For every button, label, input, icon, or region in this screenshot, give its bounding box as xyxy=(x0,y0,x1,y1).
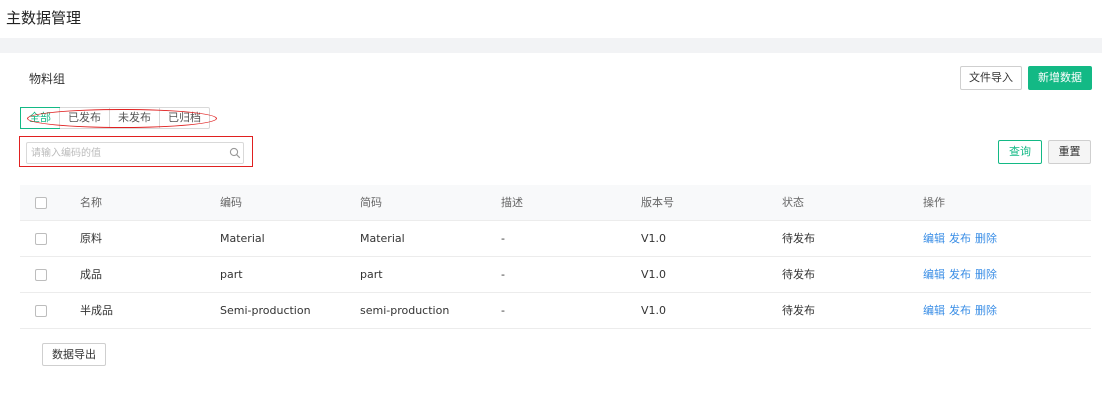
table-row: 成品 part part - V1.0 待发布 编辑 发布 删除 xyxy=(20,257,1091,293)
table-row: 半成品 Semi-production semi-production - V1… xyxy=(20,293,1091,329)
row-checkbox[interactable] xyxy=(35,269,47,281)
reset-button[interactable]: 重置 xyxy=(1048,140,1091,164)
cell-status: 待发布 xyxy=(782,232,815,245)
cell-version: V1.0 xyxy=(641,268,667,281)
cell-version: V1.0 xyxy=(641,232,667,245)
cell-code: part xyxy=(220,268,243,281)
delete-link[interactable]: 删除 xyxy=(975,268,997,281)
publish-link[interactable]: 发布 xyxy=(949,232,971,245)
add-data-button[interactable]: 新增数据 xyxy=(1028,66,1092,90)
cell-actions: 编辑 发布 删除 xyxy=(923,293,1001,329)
status-tabs: 全部 已发布 未发布 已归档 xyxy=(20,107,210,129)
publish-link[interactable]: 发布 xyxy=(949,304,971,317)
cell-actions: 编辑 发布 删除 xyxy=(923,221,1001,257)
query-button[interactable]: 查询 xyxy=(998,140,1042,164)
content-divider xyxy=(0,38,1102,53)
cell-status: 待发布 xyxy=(782,304,815,317)
cell-description: - xyxy=(501,304,505,317)
column-header-status: 状态 xyxy=(782,196,804,209)
column-header-version: 版本号 xyxy=(641,196,674,209)
top-header: 主数据管理 xyxy=(0,0,1102,38)
cell-name: 成品 xyxy=(80,268,102,281)
edit-link[interactable]: 编辑 xyxy=(923,304,945,317)
cell-status: 待发布 xyxy=(782,268,815,281)
cell-code: Semi-production xyxy=(220,304,311,317)
data-export-button[interactable]: 数据导出 xyxy=(42,343,106,366)
column-header-name: 名称 xyxy=(80,196,102,209)
cell-version: V1.0 xyxy=(641,304,667,317)
cell-description: - xyxy=(501,268,505,281)
column-header-short-code: 简码 xyxy=(360,196,382,209)
search-icon[interactable] xyxy=(229,147,241,159)
cell-short-code: part xyxy=(360,268,383,281)
row-checkbox[interactable] xyxy=(35,233,47,245)
delete-link[interactable]: 删除 xyxy=(975,304,997,317)
cell-description: - xyxy=(501,232,505,245)
tab-archived[interactable]: 已归档 xyxy=(159,108,209,128)
edit-link[interactable]: 编辑 xyxy=(923,268,945,281)
tab-published[interactable]: 已发布 xyxy=(59,108,109,128)
tab-unpublished[interactable]: 未发布 xyxy=(109,108,159,128)
cell-name: 半成品 xyxy=(80,304,113,317)
section-title: 物料组 xyxy=(29,72,66,86)
publish-link[interactable]: 发布 xyxy=(949,268,971,281)
select-all-checkbox[interactable] xyxy=(35,197,47,209)
data-table: 名称 编码 简码 描述 版本号 状态 操作 原料 Material Materi… xyxy=(20,185,1091,329)
page-title: 主数据管理 xyxy=(6,9,82,27)
row-checkbox[interactable] xyxy=(35,305,47,317)
column-header-actions: 操作 xyxy=(923,196,945,209)
cell-short-code: semi-production xyxy=(360,304,450,317)
tab-all[interactable]: 全部 xyxy=(20,107,60,129)
edit-link[interactable]: 编辑 xyxy=(923,232,945,245)
cell-short-code: Material xyxy=(360,232,405,245)
table-header-row: 名称 编码 简码 描述 版本号 状态 操作 xyxy=(20,185,1091,221)
search-input[interactable] xyxy=(31,145,221,161)
cell-name: 原料 xyxy=(80,232,102,245)
table-row: 原料 Material Material - V1.0 待发布 编辑 发布 删除 xyxy=(20,221,1091,257)
column-header-description: 描述 xyxy=(501,196,523,209)
cell-code: Material xyxy=(220,232,265,245)
delete-link[interactable]: 删除 xyxy=(975,232,997,245)
column-header-code: 编码 xyxy=(220,196,242,209)
file-import-button[interactable]: 文件导入 xyxy=(960,66,1022,90)
cell-actions: 编辑 发布 删除 xyxy=(923,257,1001,293)
search-box xyxy=(26,142,244,164)
